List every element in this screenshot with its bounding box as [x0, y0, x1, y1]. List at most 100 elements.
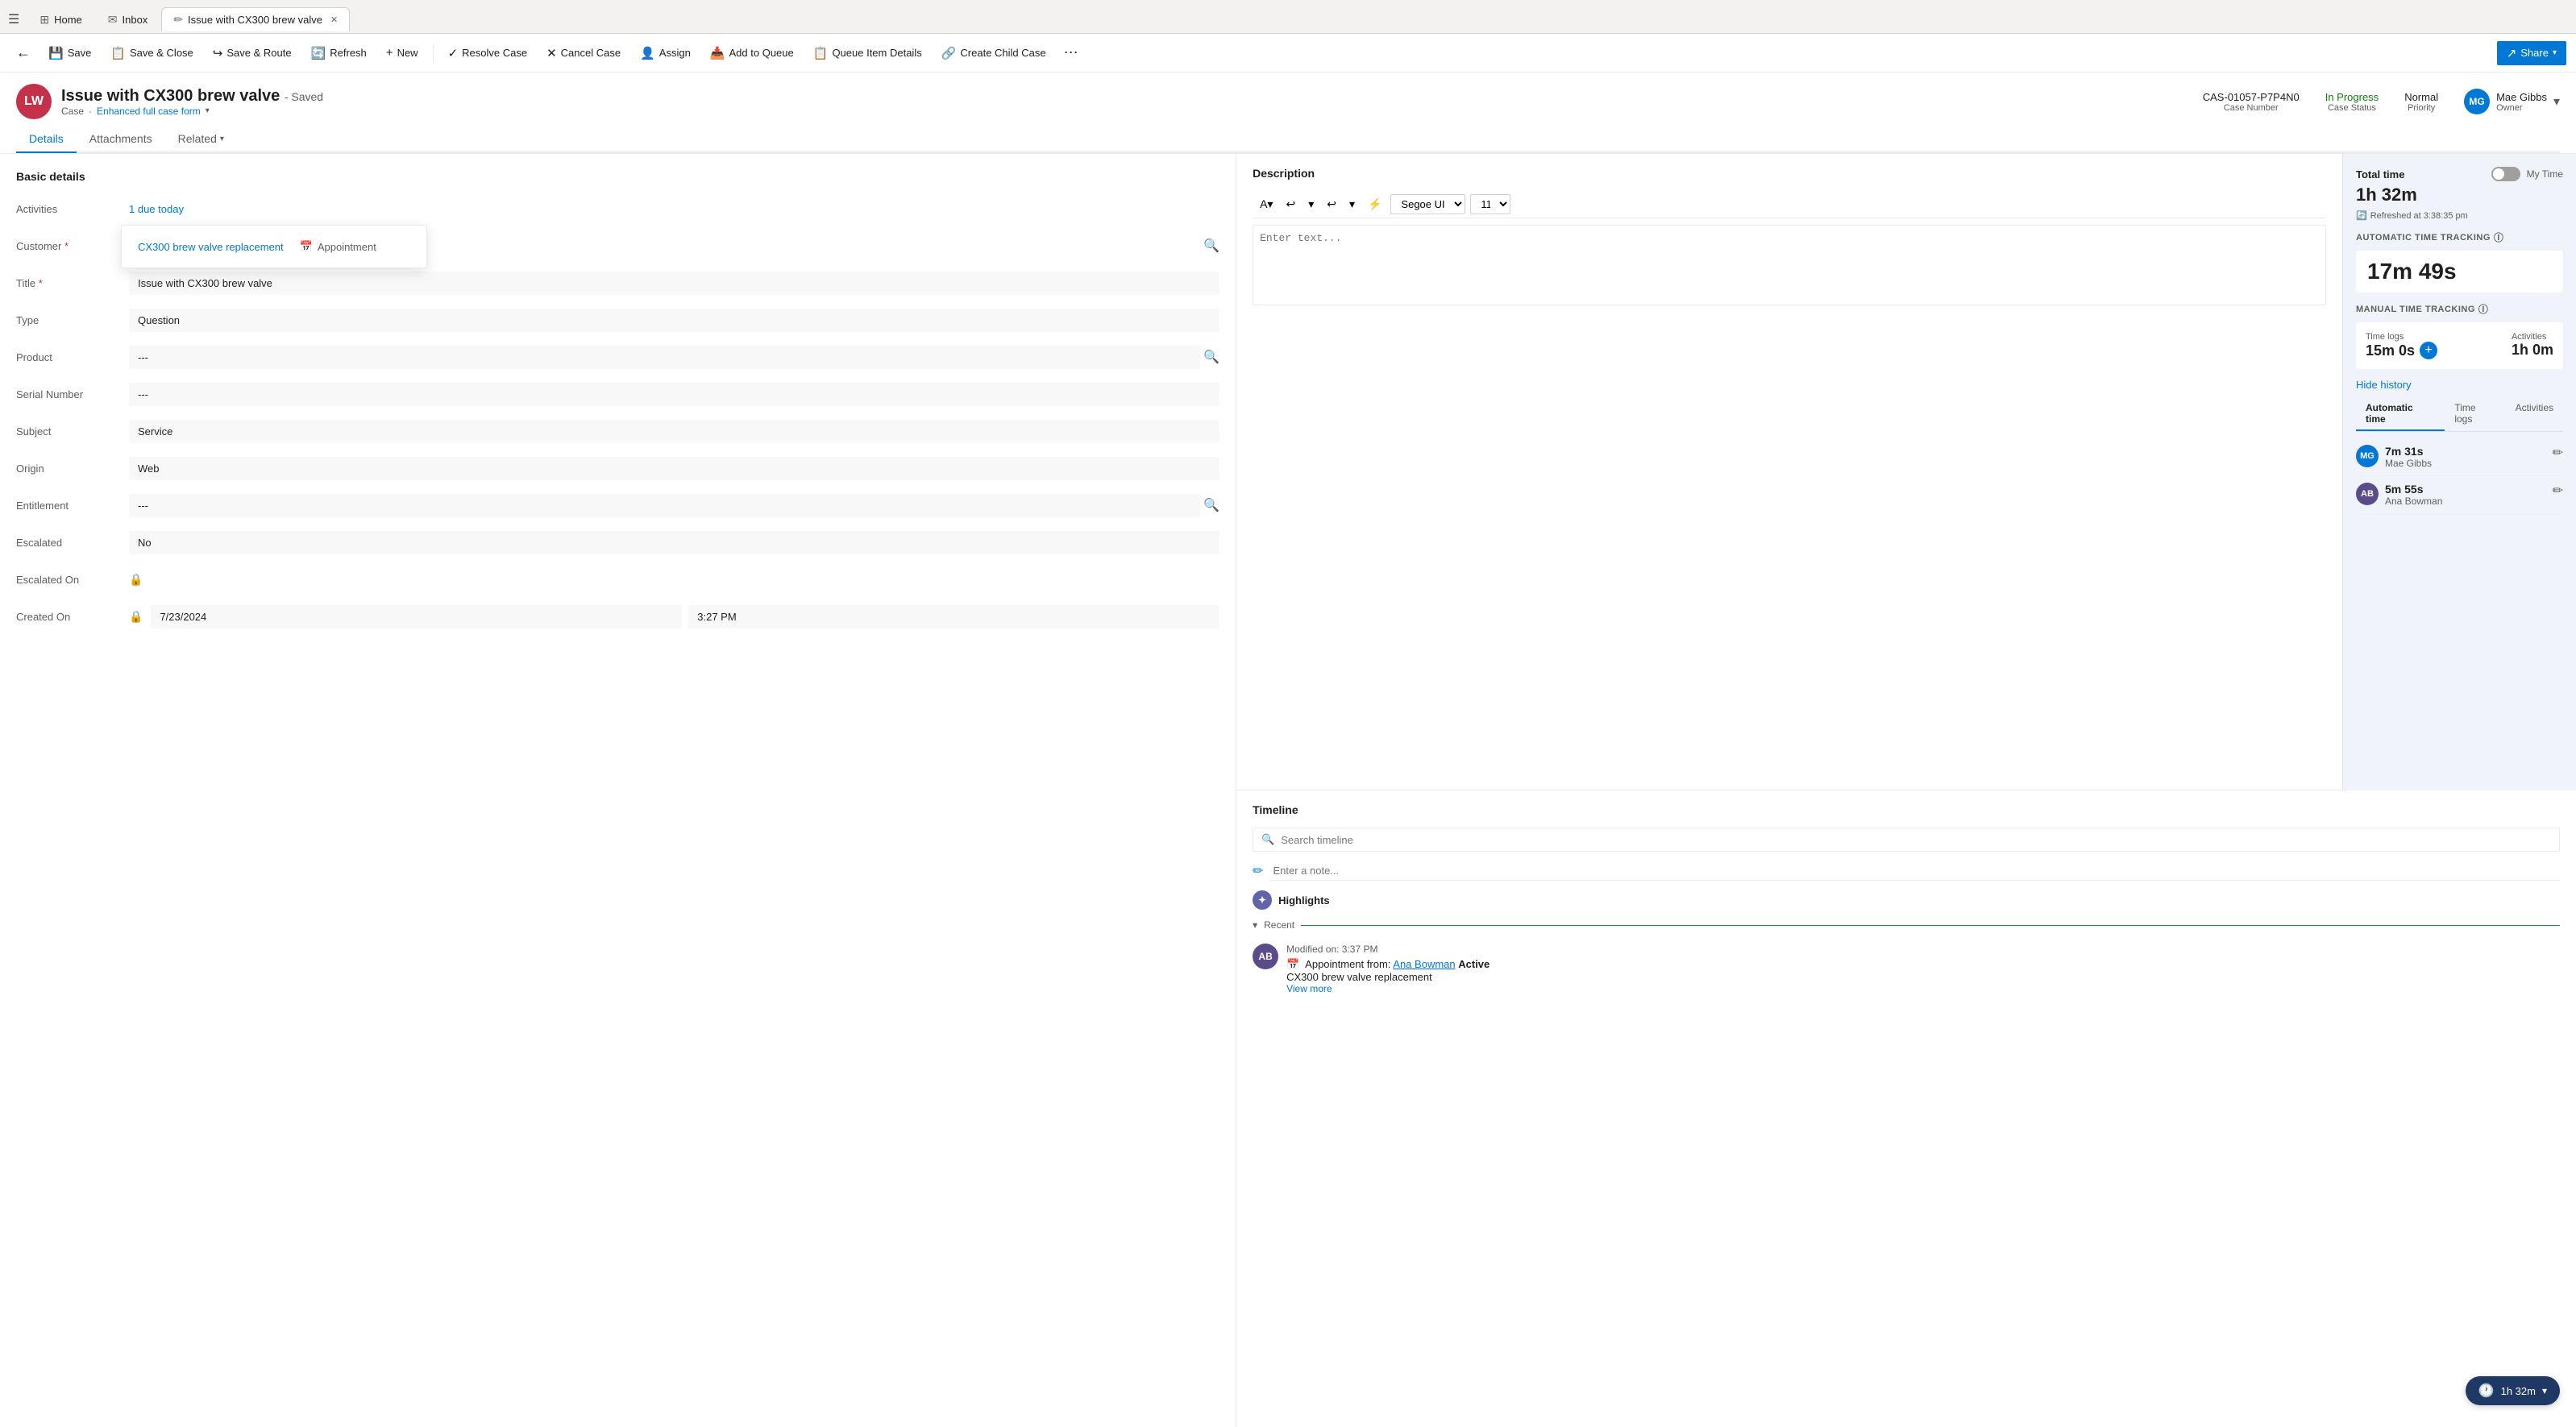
save-button[interactable]: 💾 Save — [40, 41, 99, 65]
serial-number-value[interactable]: --- — [129, 383, 1219, 406]
timer-value: 1h 32m — [2501, 1385, 2536, 1397]
timeline-search-box[interactable]: 🔍 — [1253, 828, 2560, 852]
main-content: Basic details CX300 brew valve replaceme… — [0, 154, 2576, 1427]
timeline-status: Active — [1458, 958, 1490, 970]
owner-block: MG Mae Gibbs Owner ▾ — [2464, 89, 2560, 114]
back-button[interactable]: ← — [10, 41, 37, 64]
calendar-icon: 📅 — [1286, 958, 1299, 970]
entitlement-value[interactable]: --- — [129, 494, 1200, 517]
manual-tracking-info-icon[interactable]: ⓘ — [2478, 302, 2489, 316]
timer-chevron-icon[interactable]: ▾ — [2542, 1385, 2547, 1396]
view-more-link[interactable]: View more — [1286, 983, 2560, 994]
font-color-button[interactable]: A▾ — [1256, 195, 1277, 214]
type-label: Type — [16, 314, 129, 326]
create-child-case-button[interactable]: 🔗 Create Child Case — [933, 41, 1054, 65]
font-size-select[interactable]: 11 — [1470, 194, 1510, 214]
refresh-button[interactable]: 🔄 Refresh — [303, 41, 375, 65]
created-on-row: Created On 🔒 7/23/2024 3:27 PM — [16, 602, 1219, 631]
auto-time-tab[interactable]: Automatic time — [2356, 397, 2445, 431]
tab-home[interactable]: ⊞ Home — [27, 7, 93, 31]
timeline-person-link[interactable]: Ana Bowman — [1393, 958, 1455, 970]
save-close-button[interactable]: 📋 Save & Close — [102, 41, 201, 65]
time-logs-col: Time logs 15m 0s + — [2366, 332, 2437, 359]
subject-value[interactable]: Service — [129, 420, 1219, 443]
hide-history-button[interactable]: Hide history — [2356, 379, 2412, 391]
tab-case[interactable]: ✏ Issue with CX300 brew valve ✕ — [161, 7, 350, 31]
activities-time-value: 1h 0m — [2512, 342, 2553, 359]
record-title-info: Issue with CX300 brew valve - Saved Case… — [61, 87, 2193, 117]
activities-link[interactable]: 1 due today — [129, 203, 184, 215]
dropdown-link-item[interactable]: CX300 brew valve replacement — [138, 241, 284, 253]
customer-label: Customer — [16, 240, 129, 252]
activities-tab[interactable]: Activities — [2506, 397, 2563, 431]
appointment-item[interactable]: 📅 Appointment — [300, 240, 376, 253]
description-label: Description — [1253, 167, 2326, 180]
timeline-title: CX300 brew valve replacement — [1286, 971, 1432, 983]
browser-tabs-bar: ☰ ⊞ Home ✉ Inbox ✏ Issue with CX300 brew… — [0, 0, 2576, 34]
bottom-timer-bar[interactable]: 🕐 1h 32m ▾ — [2466, 1376, 2560, 1405]
title-value[interactable]: Issue with CX300 brew valve — [129, 272, 1219, 295]
description-textarea[interactable] — [1253, 225, 2326, 305]
save-route-button[interactable]: ↪ Save & Route — [205, 41, 300, 65]
more-button[interactable]: ⋯ — [1057, 41, 1085, 64]
tab-attachments[interactable]: Attachments — [77, 126, 165, 153]
add-to-queue-button[interactable]: 📥 Add to Queue — [702, 41, 802, 65]
resolve-case-button[interactable]: ✓ Resolve Case — [440, 41, 536, 65]
add-time-log-button[interactable]: + — [2420, 342, 2437, 359]
product-search-button[interactable]: 🔍 — [1203, 349, 1219, 365]
auto-tracking-info-icon[interactable]: ⓘ — [2494, 230, 2504, 244]
case-status-meta: In Progress Case Status — [2325, 91, 2379, 113]
history-edit-mg-button[interactable]: ✏ — [2553, 445, 2563, 461]
section-title: Basic details — [16, 170, 1219, 183]
redo-button[interactable]: ↩ — [1323, 195, 1340, 214]
owner-chevron-button[interactable]: ▾ — [2553, 93, 2560, 110]
home-icon: ⊞ — [39, 13, 49, 27]
undo-button[interactable]: ↩ — [1282, 195, 1299, 214]
queue-item-details-button[interactable]: 📋 Queue Item Details — [805, 41, 930, 65]
entitlement-search-button[interactable]: 🔍 — [1203, 497, 1219, 513]
record-header: lw Issue with CX300 brew valve - Saved C… — [0, 73, 2576, 154]
record-title: Issue with CX300 brew valve - Saved — [61, 87, 2193, 106]
timeline-label: Timeline — [1253, 803, 2560, 816]
origin-value[interactable]: Web — [129, 457, 1219, 480]
share-icon: ↗ — [2507, 46, 2517, 60]
chevron-down-icon[interactable]: ▾ — [1253, 919, 1257, 931]
note-input[interactable] — [1269, 861, 2560, 881]
cancel-icon: ✕ — [546, 46, 557, 60]
tab-details[interactable]: Details — [16, 126, 77, 153]
hamburger-menu[interactable]: ☰ — [8, 11, 19, 27]
tab-close-icon[interactable]: ✕ — [330, 15, 338, 25]
my-time-toggle[interactable] — [2491, 167, 2520, 181]
timeline-search-input[interactable] — [1281, 834, 2551, 846]
created-on-label: Created On — [16, 611, 129, 623]
tab-related[interactable]: Related ▾ — [165, 126, 237, 153]
history-edit-ab-button[interactable]: ✏ — [2553, 483, 2563, 499]
time-logs-tab[interactable]: Time logs — [2445, 397, 2505, 431]
share-button[interactable]: ↗ Share ▾ — [2497, 41, 2566, 65]
undo-chevron-button[interactable]: ▾ — [1304, 195, 1318, 214]
new-button[interactable]: + New — [378, 41, 426, 64]
record-meta: CAS-01057-P7P4N0 Case Number In Progress… — [2203, 89, 2560, 114]
escalated-value[interactable]: No — [129, 531, 1219, 554]
form-chevron-icon[interactable]: ▾ — [206, 106, 210, 115]
serial-number-label: Serial Number — [16, 388, 129, 400]
time-logs-value: 15m 0s — [2366, 342, 2415, 359]
tab-inbox[interactable]: ✉ Inbox — [96, 7, 160, 31]
font-family-select[interactable]: Segoe UI — [1390, 194, 1465, 214]
redo-chevron-button[interactable]: ▾ — [1345, 195, 1359, 214]
escalated-on-row: Escalated On 🔒 — [16, 565, 1219, 594]
customer-search-button[interactable]: 🔍 — [1203, 238, 1219, 254]
case-number-meta: CAS-01057-P7P4N0 Case Number — [2203, 91, 2300, 113]
refresh-icon-small[interactable]: 🔄 — [2356, 210, 2367, 221]
details-icon: 📋 — [813, 46, 829, 60]
owner-info: Mae Gibbs Owner — [2496, 91, 2547, 113]
cx300-replacement-link[interactable]: CX300 brew valve replacement — [138, 241, 284, 253]
product-value[interactable]: --- — [129, 346, 1200, 369]
cancel-case-button[interactable]: ✕ Cancel Case — [538, 41, 629, 65]
history-avatar-ab: AB — [2356, 483, 2379, 505]
type-value[interactable]: Question — [129, 309, 1219, 332]
form-type-link[interactable]: Enhanced full case form — [97, 106, 201, 117]
format-button[interactable]: ⚡ — [1364, 195, 1386, 214]
assign-button[interactable]: 👤 Assign — [632, 41, 699, 65]
manual-tracking-label: MANUAL TIME TRACKING ⓘ — [2356, 302, 2563, 316]
